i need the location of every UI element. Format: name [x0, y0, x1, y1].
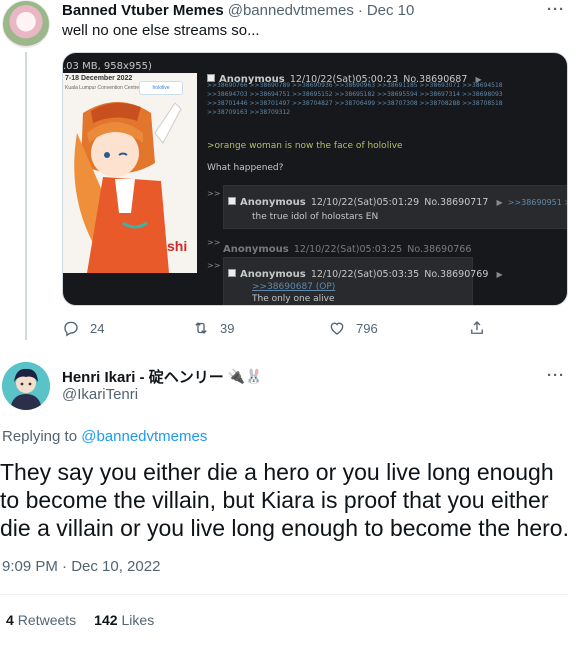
reply-marker: >>	[207, 238, 221, 247]
poster-name: Anonymous	[240, 269, 306, 280]
reply-post: Anonymous 12/10/22(Sat)05:01:29 No.38690…	[223, 185, 567, 229]
replying-handle-link[interactable]: @bannedvtmemes	[81, 428, 207, 445]
reply-post-header: Anonymous 12/10/22(Sat)05:03:25 No.38690…	[223, 237, 471, 256]
name-emoji-icons: 🔌🐰	[227, 368, 263, 384]
reply-button[interactable]: 24	[62, 318, 104, 338]
post-backlinks: >>38690951 >>38690	[507, 198, 567, 207]
anime-avatar-icon	[2, 362, 50, 410]
checkbox-icon	[228, 268, 236, 277]
checkbox-icon	[228, 196, 236, 205]
divider	[0, 594, 568, 595]
replying-to: Replying to @bannedvtmemes	[2, 428, 207, 445]
more-options-icon[interactable]: ···	[546, 368, 566, 390]
retweet-icon	[195, 322, 207, 334]
tweet-media-image[interactable]: .03 MB, 958x955) shi 7-18 December 2022 …	[62, 52, 568, 306]
poster-venue: Kuala Lumpur Convention Centre	[65, 85, 140, 91]
tweet-actions: 24 39 796	[62, 318, 492, 338]
poster-name: Anonymous	[240, 197, 306, 208]
focal-author-handle[interactable]: @IkariTenri	[62, 386, 138, 403]
reply-count: 24	[90, 320, 105, 336]
reply-post-header: Anonymous 12/10/22(Sat)05:01:29 No.38690…	[228, 190, 567, 209]
post-menu-arrow-icon: ▶	[496, 270, 503, 279]
post-number: No.38690717	[424, 197, 489, 208]
poster-logo: hololive	[139, 81, 183, 95]
post-menu-arrow-icon: ▶	[496, 198, 503, 207]
thread-line	[25, 52, 27, 340]
heart-icon	[330, 322, 344, 335]
post-number: No.38690766	[407, 244, 472, 255]
file-info: .03 MB, 958x955)	[63, 61, 152, 72]
share-button[interactable]	[468, 318, 486, 338]
post-datetime: 12/10/22(Sat)05:03:35	[310, 269, 420, 280]
tweet-timestamp[interactable]: 9:09 PM · Dec 10, 2022	[2, 558, 160, 575]
header-separator: ·	[357, 1, 363, 19]
greentext-line: >orange woman is now the face of hololiv…	[207, 141, 403, 151]
like-total: 142	[94, 612, 118, 628]
focal-author-row: Henri Ikari - 碇ヘンリー 🔌🐰	[62, 366, 263, 387]
poster-image: shi 7-18 December 2022 Kuala Lumpur Conv…	[63, 73, 197, 273]
likes-stat[interactable]: 142 Likes	[94, 612, 154, 628]
share-icon	[471, 321, 483, 334]
reply-post: Anonymous 12/10/22(Sat)05:03:25 No.38690…	[223, 235, 471, 256]
like-label: Likes	[121, 612, 155, 628]
poster-name: Anonymous	[223, 244, 289, 255]
parent-tweet-date[interactable]: Dec 10	[367, 2, 415, 19]
tweet-stats: 4 Retweets 142 Likes	[6, 612, 154, 628]
replying-prefix: Replying to	[2, 428, 78, 445]
retweets-stat[interactable]: 4 Retweets	[6, 612, 76, 628]
retweet-label: Retweets	[17, 612, 77, 628]
reply-marker: >>	[207, 261, 221, 270]
post-datetime: 12/10/22(Sat)05:01:29	[310, 197, 420, 208]
reply-post: Anonymous 12/10/22(Sat)05:03:35 No.38690…	[223, 257, 503, 305]
parent-author-handle[interactable]: @bannedvtmemes	[228, 2, 354, 19]
op-question: What happened?	[207, 163, 284, 173]
post-datetime: 12/10/22(Sat)05:03:25	[293, 244, 403, 255]
like-button[interactable]: 796	[328, 318, 378, 338]
focal-avatar[interactable]	[2, 362, 50, 410]
reply-icon	[64, 321, 78, 337]
parent-author-name[interactable]: Banned Vtuber Memes	[62, 2, 224, 19]
parent-tweet-header: Banned Vtuber Memes @bannedvtmemes · Dec…	[62, 0, 414, 20]
quote-link: >>38690687 (OP)	[252, 282, 336, 292]
more-options-icon[interactable]: ···	[546, 2, 566, 24]
reply-body: The only one alive	[252, 294, 335, 304]
reply-body: the true idol of holostars EN	[252, 212, 379, 222]
focal-tweet-text: They say you either die a hero or you li…	[0, 459, 569, 541]
parent-tweet-text: well no one else streams so...	[62, 22, 260, 39]
vtuber-illustration-icon: shi	[63, 73, 197, 273]
reply-post-header: Anonymous 12/10/22(Sat)05:03:35 No.38690…	[228, 262, 503, 281]
reply-marker: >>	[207, 189, 221, 198]
parent-tweet[interactable]: Banned Vtuber Memes @bannedvtmemes · Dec…	[0, 0, 580, 352]
parent-avatar[interactable]	[2, 0, 50, 48]
svg-text:shi: shi	[167, 238, 187, 254]
post-number: No.38690769	[424, 269, 489, 280]
retweet-button[interactable]: 39	[192, 318, 234, 338]
focal-author-name[interactable]: Henri Ikari - 碇ヘンリー	[62, 366, 224, 387]
poster-date: 7-18 December 2022	[65, 75, 133, 82]
like-count: 796	[356, 320, 378, 336]
retweet-total: 4	[6, 612, 14, 628]
post-backlinks: >>38690766 >>38690789 >>38690936 >>38690…	[207, 82, 503, 116]
retweet-count: 39	[220, 320, 235, 336]
